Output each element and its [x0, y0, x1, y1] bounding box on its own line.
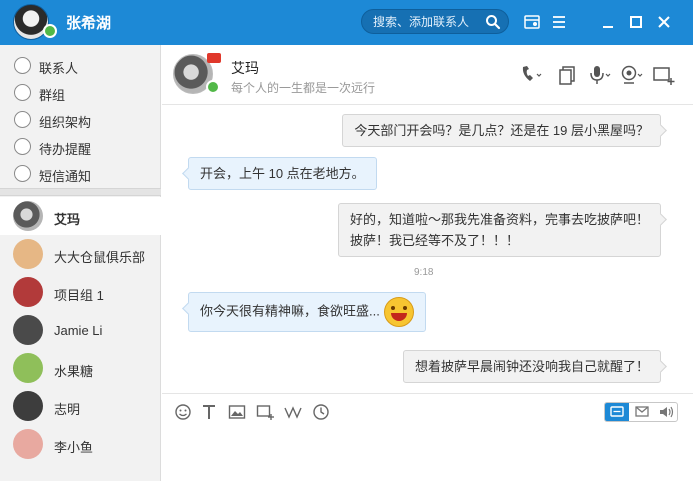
contact-name: 志明	[54, 402, 81, 417]
chat-mode-icon[interactable]	[605, 403, 629, 421]
avatar	[13, 353, 43, 383]
account-name: 张希湖	[66, 15, 112, 32]
message-bubble: 今天部门开会吗？是几点？还是在 19 层小黑屋吗？	[342, 114, 661, 147]
list-item[interactable]: Jamie Li	[0, 311, 161, 349]
search-box[interactable]	[361, 9, 509, 34]
compose-area	[162, 393, 693, 481]
list-item[interactable]: 李小鱼	[0, 425, 161, 463]
sidebar: 联系人 群组 组织架构 待办提醒 短信通知 艾玛 大大仓鼠俱乐部 项目组 1 J…	[0, 45, 161, 481]
message-bubble: 想着披萨早晨闹钟还没响我自己就醒了！	[402, 350, 661, 383]
contact-name: 项目组 1	[54, 288, 104, 303]
badge-icon	[207, 53, 221, 63]
contact-name: 李小鱼	[54, 440, 94, 455]
shake-icon[interactable]	[284, 403, 302, 421]
message-line: 好的，知道啦～那我先准备资料，完事去吃披萨吧！	[349, 212, 649, 227]
files-icon[interactable]	[557, 64, 581, 86]
add-member-icon[interactable]	[652, 64, 676, 86]
message-text: 你今天很有精神嘛，食欲旺盛...	[200, 303, 380, 319]
sidebar-item-label: 群组	[39, 88, 66, 103]
minimize-icon[interactable]	[598, 12, 618, 32]
contact-name: 水果糖	[54, 364, 94, 379]
sms-mode-icon[interactable]	[630, 403, 654, 421]
check-icon	[14, 138, 31, 155]
emoji-icon[interactable]	[174, 403, 192, 421]
title-bar: 张希湖	[0, 0, 693, 45]
sidebar-item-label: 联系人	[39, 61, 79, 76]
search-input[interactable]	[362, 10, 482, 33]
list-item[interactable]: 志明	[0, 387, 161, 425]
skin-icon[interactable]	[522, 12, 542, 32]
avatar	[13, 277, 43, 307]
sidebar-item-label: 待办提醒	[39, 142, 92, 157]
online-status-icon	[43, 24, 57, 38]
microphone-icon[interactable]	[588, 64, 612, 86]
maximize-icon[interactable]	[626, 12, 646, 32]
phone-icon[interactable]	[519, 64, 543, 86]
list-item[interactable]: 大大仓鼠俱乐部	[0, 235, 161, 273]
list-item[interactable]: 项目组 1	[0, 273, 161, 311]
camera-icon[interactable]	[620, 64, 644, 86]
message-list: 今天部门开会吗？是几点？还是在 19 层小黑屋吗？ 开会，上午 10 点在老地方…	[162, 106, 693, 393]
groups-icon	[14, 84, 31, 101]
laughing-emoji-icon	[383, 297, 414, 327]
sidebar-item-label: 组织架构	[39, 115, 92, 130]
sidebar-item-organization[interactable]: 组织架构	[0, 106, 161, 133]
contact-name: 大大仓鼠俱乐部	[54, 250, 146, 265]
message-bubble: 开会，上午 10 点在老地方。	[188, 157, 377, 190]
peer-signature: 每个人的一生都是一次远行	[231, 81, 376, 95]
contact-name: Jamie Li	[54, 323, 103, 338]
sms-icon	[14, 165, 31, 182]
avatar	[13, 315, 43, 345]
sidebar-item-groups[interactable]: 群组	[0, 79, 161, 106]
avatar	[13, 239, 43, 269]
history-icon[interactable]	[312, 403, 330, 421]
message-bubble: 你今天很有精神嘛，食欲旺盛...	[188, 292, 426, 332]
list-item[interactable]: 艾玛	[0, 197, 161, 235]
chat-header: 艾玛 每个人的一生都是一次远行	[162, 45, 693, 105]
timestamp: 9:18	[414, 267, 434, 278]
font-icon[interactable]	[200, 403, 218, 421]
screenshot-icon[interactable]	[256, 403, 274, 421]
message-input[interactable]	[162, 428, 693, 481]
sidebar-item-label: 短信通知	[39, 169, 92, 184]
message-line: 披萨！我已经等不及了！！！	[349, 233, 519, 248]
contact-name: 艾玛	[54, 212, 81, 227]
message-bubble: 好的，知道啦～那我先准备资料，完事去吃披萨吧！ 披萨！我已经等不及了！！！	[337, 203, 661, 257]
avatar	[13, 201, 43, 231]
input-mode-switch	[604, 402, 678, 422]
avatar	[13, 391, 43, 421]
voice-mode-icon[interactable]	[654, 403, 678, 421]
peer-name: 艾玛	[231, 60, 259, 76]
contacts-icon	[14, 57, 31, 74]
image-icon[interactable]	[228, 403, 246, 421]
organization-icon	[14, 111, 31, 128]
online-status-icon	[206, 80, 220, 94]
sidebar-item-sms[interactable]: 短信通知	[0, 160, 161, 187]
sidebar-item-todo[interactable]: 待办提醒	[0, 133, 161, 160]
list-item[interactable]: 水果糖	[0, 349, 161, 387]
sidebar-item-contacts[interactable]: 联系人	[0, 52, 161, 79]
close-icon[interactable]	[654, 12, 674, 32]
menu-icon[interactable]	[549, 12, 569, 32]
avatar	[13, 429, 43, 459]
search-icon[interactable]	[485, 14, 501, 30]
divider	[0, 188, 161, 196]
